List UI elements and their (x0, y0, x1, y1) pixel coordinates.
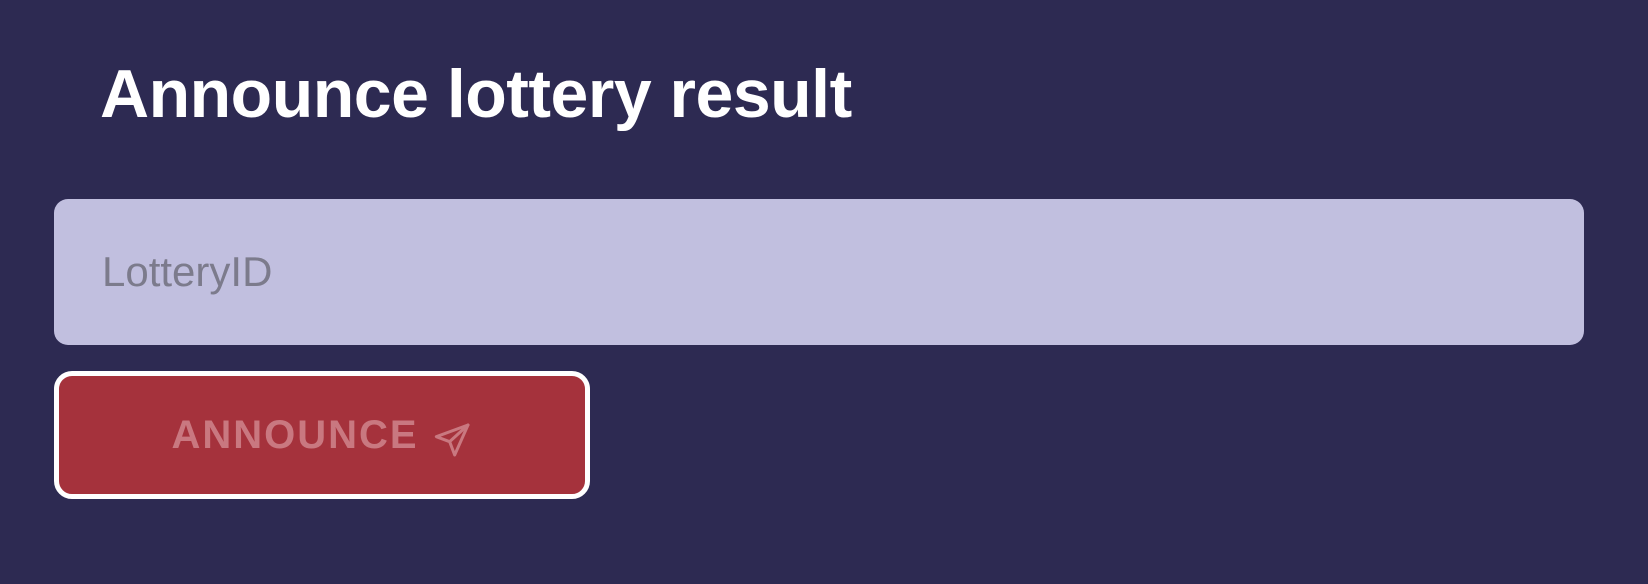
send-icon (433, 420, 473, 460)
announce-lottery-panel: Announce lottery result ANNOUNCE (0, 0, 1648, 584)
announce-button[interactable]: ANNOUNCE (54, 371, 590, 499)
page-title: Announce lottery result (100, 56, 852, 132)
announce-button-label: ANNOUNCE (171, 412, 419, 457)
lottery-id-input[interactable] (54, 199, 1584, 345)
